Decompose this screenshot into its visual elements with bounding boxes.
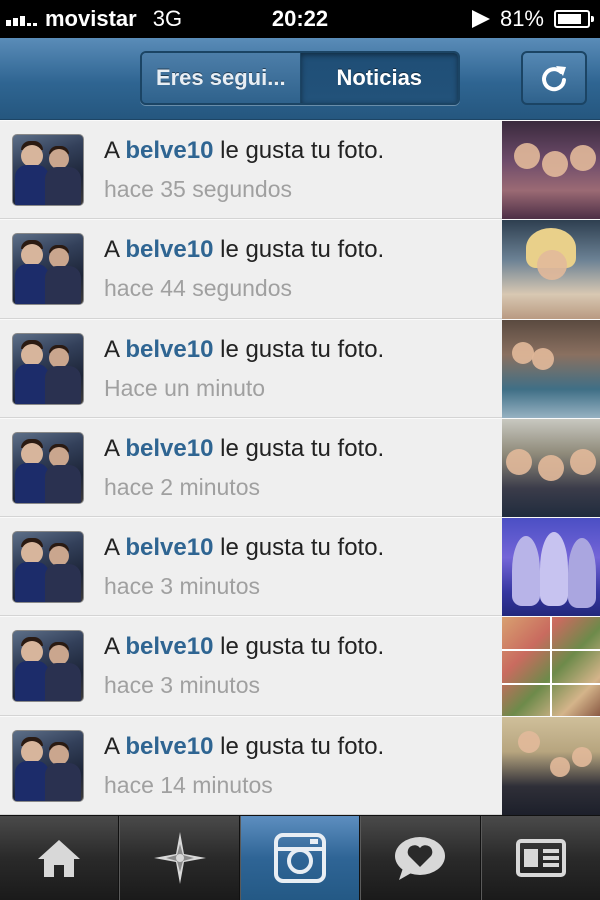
notification-time: hace 14 minutos (104, 771, 273, 798)
battery-percent: 81% (499, 6, 544, 31)
notification-prefix: A (104, 137, 119, 164)
username-link[interactable]: belve10 (125, 733, 213, 760)
notification-action: le gusta tu foto. (220, 335, 385, 363)
list-item[interactable]: A belve10 le gusta tu foto. hace 35 segu… (0, 120, 600, 220)
notification-action: le gusta tu foto. (220, 434, 385, 462)
list-item[interactable]: A belve10 le gusta tu foto. hace 3 minut… (0, 517, 600, 618)
notification-text: A belve10 le gusta tu foto. (104, 435, 384, 463)
username-link[interactable]: belve10 (125, 534, 213, 561)
tab-activity[interactable] (360, 816, 481, 900)
list-item[interactable]: A belve10 le gusta tu foto. hace 44 segu… (0, 219, 600, 320)
notification-time: hace 2 minutos (104, 473, 260, 500)
photo-thumbnail[interactable] (502, 121, 600, 220)
notification-time: hace 44 segundos (104, 275, 292, 302)
play-icon (471, 10, 490, 28)
news-segmented-control: Eres segui... Noticias (140, 51, 460, 105)
nav-bar: Eres segui... Noticias (0, 38, 600, 120)
notification-text: A belve10 le gusta tu foto. (104, 534, 384, 562)
avatar[interactable] (12, 729, 84, 802)
tab-following[interactable]: Eres segui... (142, 53, 301, 103)
photo-thumbnail[interactable] (502, 418, 600, 518)
username-link[interactable]: belve10 (125, 435, 213, 462)
photo-thumbnail[interactable] (502, 319, 600, 419)
notification-action: le gusta tu foto. (220, 732, 385, 760)
photo-thumbnail[interactable] (502, 716, 600, 816)
refresh-button[interactable] (521, 51, 587, 105)
notification-time: hace 3 minutos (104, 573, 260, 600)
notification-text: A belve10 le gusta tu foto. (104, 236, 384, 264)
tab-camera[interactable] (239, 816, 361, 900)
username-link[interactable]: belve10 (125, 236, 213, 263)
list-item[interactable]: A belve10 le gusta tu foto. hace 2 minut… (0, 417, 600, 518)
notification-action: le gusta tu foto. (220, 534, 385, 562)
notification-time: hace 3 minutos (104, 672, 260, 699)
tab-home[interactable] (0, 816, 120, 900)
notification-prefix: A (104, 633, 119, 661)
notification-prefix: A (104, 335, 119, 363)
avatar[interactable] (12, 431, 84, 504)
notification-text: A belve10 le gusta tu foto. (104, 633, 384, 661)
list-item[interactable]: A belve10 le gusta tu foto. Hace un minu… (0, 318, 600, 419)
notification-prefix: A (104, 236, 119, 264)
battery-icon (554, 10, 594, 28)
avatar[interactable] (12, 134, 84, 206)
notification-prefix: A (104, 534, 119, 562)
notification-text: A belve10 le gusta tu foto. (104, 336, 384, 364)
status-bar: movistar 3G 20:22 81% (0, 0, 600, 38)
notification-action: le gusta tu foto. (220, 633, 385, 661)
explore-star-icon (153, 832, 206, 884)
activity-heart-bubble-icon (395, 837, 446, 880)
profile-card-icon (515, 839, 566, 877)
notification-text: A belve10 le gusta tu foto. (104, 137, 384, 165)
avatar[interactable] (12, 332, 84, 405)
photo-thumbnail[interactable] (502, 617, 600, 717)
avatar[interactable] (12, 531, 84, 604)
tab-profile[interactable] (480, 816, 600, 900)
tab-bar (0, 815, 600, 900)
tab-news[interactable]: Noticias (300, 53, 458, 103)
carrier-name: movistar (45, 6, 137, 31)
signal-strength-icon (6, 12, 37, 26)
camera-icon (274, 833, 327, 883)
photo-thumbnail[interactable] (502, 220, 600, 320)
photo-thumbnail[interactable] (502, 518, 600, 618)
notification-list: A belve10 le gusta tu foto. hace 35 segu… (0, 120, 600, 816)
home-icon (38, 840, 81, 877)
username-link[interactable]: belve10 (125, 633, 213, 660)
notification-action: le gusta tu foto. (220, 236, 385, 264)
notification-prefix: A (104, 732, 119, 760)
notification-prefix: A (104, 434, 119, 462)
avatar[interactable] (12, 630, 84, 703)
notification-action: le gusta tu foto. (220, 137, 385, 164)
notification-time: hace 35 segundos (104, 176, 292, 202)
refresh-icon (542, 66, 566, 92)
username-link[interactable]: belve10 (125, 137, 213, 164)
username-link[interactable]: belve10 (125, 336, 213, 363)
notification-time: Hace un minuto (104, 374, 266, 401)
notification-text: A belve10 le gusta tu foto. (104, 733, 384, 761)
avatar[interactable] (12, 233, 84, 306)
list-item[interactable]: A belve10 le gusta tu foto. hace 3 minut… (0, 616, 600, 717)
list-item[interactable]: A belve10 le gusta tu foto. hace 14 minu… (0, 715, 600, 816)
tab-explore[interactable] (119, 816, 240, 900)
network-type: 3G (152, 6, 183, 31)
